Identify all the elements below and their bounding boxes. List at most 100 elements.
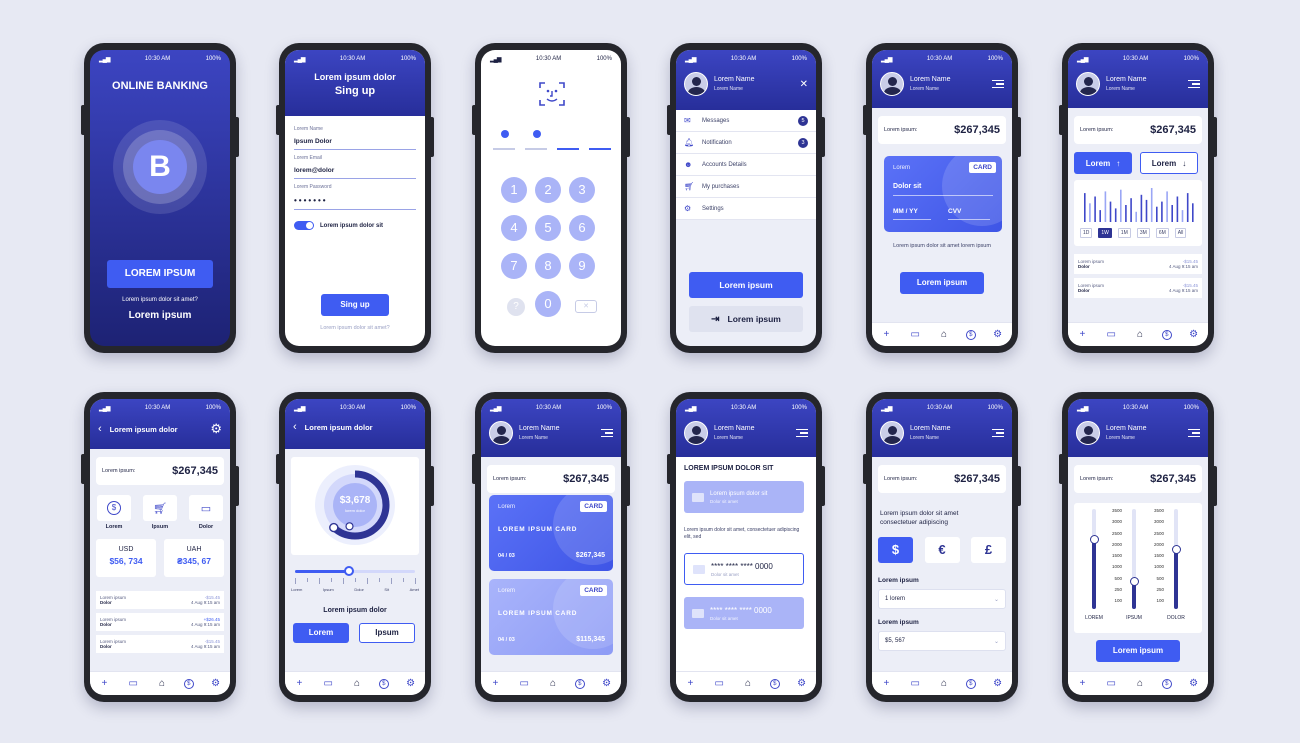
- card-option-2[interactable]: **** **** **** 0000 Dolor sit amet: [684, 553, 804, 585]
- hamburger-icon[interactable]: [601, 426, 613, 440]
- key-5[interactable]: 5: [535, 215, 561, 241]
- menu-item-notification[interactable]: 🔔︎ Notification 3: [676, 132, 816, 154]
- wallet-icon[interactable]: ▭: [908, 678, 922, 689]
- gear-icon[interactable]: ⚙: [991, 678, 1005, 689]
- wallet-icon[interactable]: ▭: [1104, 678, 1118, 689]
- amount-slider[interactable]: Lorem Ipsum Dolor Sit Amet: [291, 566, 419, 597]
- menu-item-my-purchases[interactable]: 🛒︎ My purchases: [676, 176, 816, 198]
- currency-uah[interactable]: UAH ₴345, 67: [164, 539, 224, 577]
- wallet-icon[interactable]: ▭: [517, 678, 531, 689]
- home-icon[interactable]: ⌂: [937, 678, 951, 689]
- range-1d[interactable]: 1D: [1080, 228, 1093, 238]
- transaction-row[interactable]: Lorem ipsum Dolor -$15.45 4 Aug 9:15 am: [96, 635, 224, 653]
- bank-card[interactable]: Lorem CARD LOREM IPSUM CARD 04 / 03 $267,345: [489, 495, 613, 571]
- sliders-button[interactable]: Lorem ipsum: [1096, 640, 1180, 662]
- slider-knob[interactable]: [344, 566, 354, 576]
- donut-handle[interactable]: [345, 522, 354, 531]
- avatar[interactable]: [1076, 72, 1100, 96]
- transaction-row[interactable]: Lorem ipsum Dolor -$15.45 4 Aug 9:15 am: [1074, 278, 1202, 298]
- donut-handle[interactable]: [329, 522, 339, 533]
- wallet-icon[interactable]: ▭: [321, 678, 335, 689]
- plus-icon[interactable]: +: [488, 678, 502, 689]
- dollar-icon[interactable]: $: [574, 678, 585, 689]
- remember-toggle[interactable]: [294, 221, 314, 230]
- home-icon[interactable]: ⌂: [1133, 329, 1147, 340]
- dollar-icon[interactable]: $: [1161, 329, 1172, 340]
- bank-card[interactable]: Lorem CARD LOREM IPSUM CARD 04 / 03 $115,345: [489, 579, 613, 655]
- delete-icon[interactable]: ✕: [575, 300, 597, 313]
- range-all[interactable]: All: [1174, 228, 1187, 238]
- range-1m[interactable]: 1M: [1117, 228, 1131, 238]
- gear-icon[interactable]: ⚙: [209, 678, 223, 689]
- vertical-slider[interactable]: [1132, 509, 1136, 609]
- avatar[interactable]: [1076, 421, 1100, 445]
- dollar-icon[interactable]: $: [378, 678, 389, 689]
- home-icon[interactable]: ⌂: [155, 678, 169, 689]
- transaction-row[interactable]: Lorem ipsum Dolor -$15.45 4 Aug 9:15 am: [1074, 254, 1202, 274]
- gear-icon[interactable]: ⚙: [991, 329, 1005, 340]
- action-dolor[interactable]: ▭ Dolor: [188, 495, 224, 530]
- slider-knob[interactable]: [1129, 576, 1139, 586]
- email-field[interactable]: lorem@dolor: [294, 161, 416, 179]
- hamburger-icon[interactable]: [992, 426, 1004, 440]
- dollar-icon[interactable]: $: [965, 678, 976, 689]
- hamburger-icon[interactable]: [992, 77, 1004, 91]
- home-icon[interactable]: ⌂: [350, 678, 364, 689]
- gear-icon[interactable]: ⚙: [404, 678, 418, 689]
- face-id-icon[interactable]: [538, 80, 566, 108]
- key-4[interactable]: 4: [501, 215, 527, 241]
- password-field[interactable]: •••••••: [294, 190, 416, 210]
- gear-icon[interactable]: ⚙: [1187, 678, 1201, 689]
- action-ipsum[interactable]: 🛒︎ Ipsum: [142, 495, 178, 530]
- avatar[interactable]: [684, 421, 708, 445]
- help-icon[interactable]: ?: [507, 298, 525, 316]
- vertical-slider[interactable]: [1092, 509, 1096, 609]
- menu-item-messages[interactable]: ✉ Messages 5: [676, 110, 816, 132]
- gear-icon[interactable]: ⚙: [1187, 329, 1201, 340]
- key-1[interactable]: 1: [501, 177, 527, 203]
- gear-icon[interactable]: ⚙: [600, 678, 614, 689]
- income-button[interactable]: Lorem ↑: [1074, 152, 1132, 174]
- plus-icon[interactable]: +: [879, 678, 893, 689]
- plus-icon[interactable]: +: [1075, 678, 1089, 689]
- hamburger-icon[interactable]: [1188, 426, 1200, 440]
- back-icon[interactable]: ‹: [98, 423, 102, 435]
- avatar[interactable]: [489, 421, 513, 445]
- signup-footer[interactable]: Lorem ipsum dolor sit amet?: [285, 325, 425, 331]
- card-button[interactable]: Lorem ipsum: [900, 272, 984, 294]
- menu-primary-button[interactable]: Lorem ipsum: [689, 272, 803, 298]
- currency-button[interactable]: €: [924, 537, 960, 563]
- plus-icon[interactable]: +: [97, 678, 111, 689]
- slider-knob[interactable]: [1089, 534, 1099, 544]
- home-icon[interactable]: ⌂: [937, 329, 951, 340]
- vertical-slider[interactable]: [1174, 509, 1178, 609]
- card-option-3[interactable]: **** **** **** 0000 Dolor sit amet: [684, 597, 804, 629]
- dollar-icon[interactable]: $: [1161, 678, 1172, 689]
- card-option-1[interactable]: Lorem ipsum dolor sit Dolor sit amet: [684, 481, 804, 513]
- logout-button[interactable]: ⇥ Lorem ipsum: [689, 306, 803, 332]
- menu-item-settings[interactable]: ⚙ Settings: [676, 198, 816, 220]
- key-7[interactable]: 7: [501, 253, 527, 279]
- key-2[interactable]: 2: [535, 177, 561, 203]
- dollar-icon[interactable]: $: [183, 678, 194, 689]
- gear-icon[interactable]: ⚙: [210, 421, 222, 437]
- hamburger-icon[interactable]: [1188, 77, 1200, 91]
- signup-button[interactable]: Sing up: [321, 294, 389, 316]
- donut-secondary-button[interactable]: Ipsum: [359, 623, 415, 643]
- key-3[interactable]: 3: [569, 177, 595, 203]
- range-3m[interactable]: 3M: [1136, 228, 1150, 238]
- avatar[interactable]: [684, 72, 708, 96]
- key-0[interactable]: 0: [535, 291, 561, 317]
- expense-button[interactable]: Lorem ↓: [1140, 152, 1198, 174]
- wallet-icon[interactable]: ▭: [126, 678, 140, 689]
- key-6[interactable]: 6: [569, 215, 595, 241]
- dollar-icon[interactable]: $: [769, 678, 780, 689]
- exchange-select-1[interactable]: 1 lorem ⌄: [878, 589, 1006, 609]
- plus-icon[interactable]: +: [683, 678, 697, 689]
- range-6m[interactable]: 6M: [1155, 228, 1169, 238]
- wallet-icon[interactable]: ▭: [1104, 329, 1118, 340]
- avatar[interactable]: [880, 421, 904, 445]
- key-9[interactable]: 9: [569, 253, 595, 279]
- transaction-row[interactable]: Lorem ipsum Dolor -$15.45 4 Aug 9:15 am: [96, 591, 224, 609]
- lorem-ipsum-button[interactable]: LOREM IPSUM: [107, 260, 213, 288]
